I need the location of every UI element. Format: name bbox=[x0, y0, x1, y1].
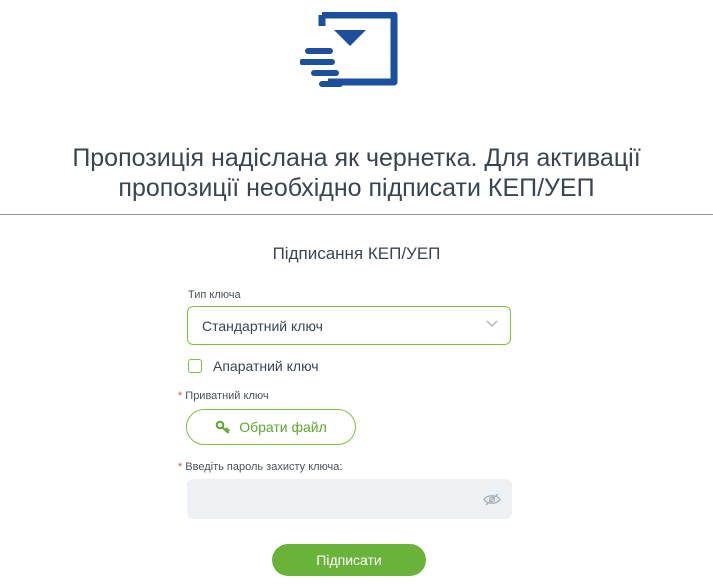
status-message: Пропозиція надіслана як чернетка. Для ак… bbox=[0, 143, 713, 203]
key-icon bbox=[215, 420, 230, 434]
sent-envelope-icon bbox=[300, 12, 398, 87]
status-message-line-2: пропозиції необхідно підписати КЕП/УЕП bbox=[118, 174, 595, 202]
private-key-label-text: Приватний ключ bbox=[185, 390, 269, 402]
sign-button[interactable]: Підписати bbox=[272, 544, 426, 576]
chevron-down-icon bbox=[486, 320, 498, 327]
hardware-key-checkbox[interactable] bbox=[188, 359, 202, 373]
key-type-label: Тип ключа bbox=[188, 289, 241, 301]
status-message-line-1: Пропозиція надіслана як чернетка. Для ак… bbox=[72, 144, 641, 172]
key-type-select[interactable]: Стандартний ключ bbox=[187, 306, 511, 345]
eye-off-icon[interactable] bbox=[483, 493, 501, 506]
private-key-label: * Приватний ключ bbox=[178, 390, 269, 402]
password-field[interactable] bbox=[187, 479, 512, 519]
password-label-text: Введіть пароль захисту ключа: bbox=[185, 461, 343, 473]
divider bbox=[0, 214, 713, 215]
required-mark: * bbox=[178, 390, 183, 402]
password-label: * Введіть пароль захисту ключа: bbox=[178, 461, 342, 473]
hardware-key-option[interactable]: Апаратний ключ bbox=[188, 358, 319, 374]
choose-file-label: Обрати файл bbox=[239, 419, 327, 435]
required-mark: * bbox=[178, 461, 183, 473]
form-title: Підписання КЕП/УЕП bbox=[272, 244, 441, 263]
hardware-key-label: Апаратний ключ bbox=[213, 358, 319, 374]
key-type-value: Стандартний ключ bbox=[202, 317, 323, 334]
choose-file-button[interactable]: Обрати файл bbox=[186, 409, 356, 445]
